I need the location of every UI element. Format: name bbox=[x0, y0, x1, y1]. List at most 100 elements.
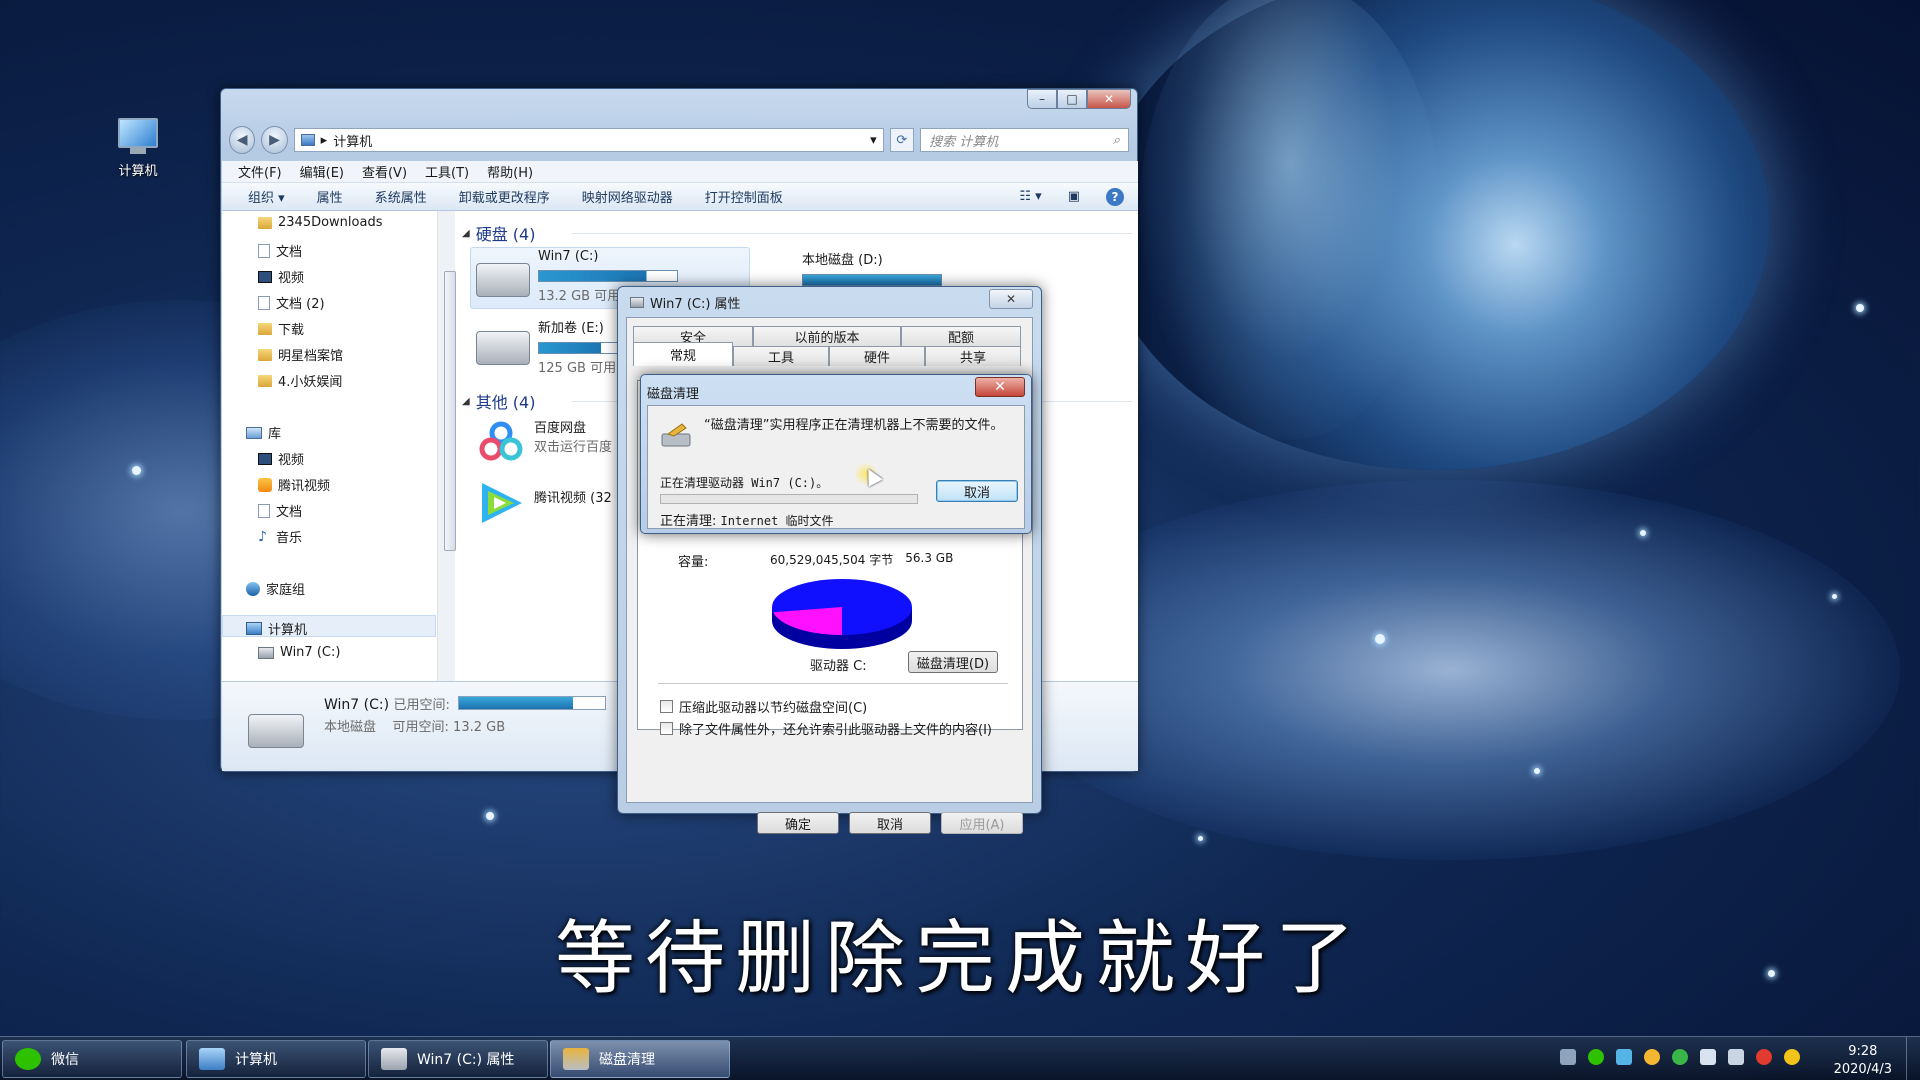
tab-hardware[interactable]: 硬件 bbox=[829, 346, 925, 366]
wechat-tray-icon[interactable] bbox=[1588, 1049, 1604, 1065]
tab-sharing[interactable]: 共享 bbox=[925, 346, 1021, 366]
details-usage-fill bbox=[459, 697, 573, 709]
show-desktop-button[interactable] bbox=[1906, 1037, 1920, 1080]
star bbox=[132, 466, 141, 475]
sidebar-item-videos[interactable]: 视频 bbox=[258, 267, 304, 286]
sidebar-item-2345downloads[interactable]: 2345Downloads bbox=[258, 215, 382, 230]
search-icon[interactable]: ⌕ bbox=[1113, 133, 1120, 148]
cancel-button[interactable]: 取消 bbox=[849, 812, 931, 834]
group-header-hard-disks[interactable]: ◢ 硬盘 (4) bbox=[462, 221, 535, 245]
star bbox=[1198, 836, 1203, 841]
network-icon[interactable] bbox=[1728, 1049, 1744, 1065]
system-properties-button[interactable]: 系统属性 bbox=[375, 187, 427, 206]
sidebar-item-libraries[interactable]: 库 bbox=[246, 423, 281, 442]
taskbar-computer[interactable]: 计算机 bbox=[186, 1040, 366, 1078]
address-bar[interactable]: ▸ 计算机 ▾ bbox=[293, 128, 884, 152]
maximize-button[interactable]: □ bbox=[1057, 89, 1087, 109]
drive-icon bbox=[248, 714, 304, 748]
sidebar-item-downloads[interactable]: 下载 bbox=[258, 319, 304, 338]
refresh-button[interactable]: ⟳ bbox=[889, 128, 915, 152]
index-checkbox[interactable] bbox=[660, 722, 673, 735]
sidebar-scroll-thumb[interactable] bbox=[444, 271, 456, 551]
compress-label: 压缩此驱动器以节约磁盘空间(C) bbox=[679, 701, 868, 716]
menu-help[interactable]: 帮助(H) bbox=[487, 162, 533, 181]
app-tile-baidu[interactable]: 百度网盘 双击运行百度 bbox=[476, 417, 612, 465]
security-tray-icon[interactable] bbox=[1672, 1049, 1688, 1065]
disk-cleanup-button[interactable]: 磁盘清理(D) bbox=[908, 651, 998, 673]
sidebar-item-lib-documents[interactable]: 文档 bbox=[258, 501, 302, 520]
drive-tile-d[interactable]: 本地磁盘 (D:) bbox=[802, 249, 942, 289]
drive-name: Win7 (C:) bbox=[538, 249, 599, 264]
help-icon[interactable]: ? bbox=[1106, 187, 1124, 206]
sidebar-item-documents-2[interactable]: 文档 (2) bbox=[258, 293, 325, 312]
menu-edit[interactable]: 编辑(E) bbox=[300, 162, 344, 181]
keyboard-icon[interactable] bbox=[1560, 1049, 1576, 1065]
video-subtitle: 等待删除完成就好了 bbox=[555, 912, 1365, 1005]
tab-quota[interactable]: 配额 bbox=[901, 326, 1021, 346]
desktop-computer-icon[interactable]: 计算机 bbox=[108, 118, 168, 179]
organize-button[interactable]: 组织 ▾ bbox=[248, 187, 285, 206]
star bbox=[1856, 304, 1864, 312]
menu-file[interactable]: 文件(F) bbox=[238, 162, 282, 181]
app-tray-icon[interactable] bbox=[1644, 1049, 1660, 1065]
taskbar-disk-cleanup[interactable]: 磁盘清理 bbox=[550, 1040, 730, 1078]
compress-option[interactable]: 压缩此驱动器以节约磁盘空间(C) bbox=[660, 697, 867, 716]
menu-view[interactable]: 查看(V) bbox=[362, 162, 407, 181]
sidebar-item-music[interactable]: ♪ 音乐 bbox=[258, 527, 302, 547]
sidebar-item-tencent-video[interactable]: 腾讯视频 bbox=[258, 475, 330, 494]
forward-button[interactable]: ▶ bbox=[261, 126, 288, 154]
sidebar-item-label: 文档 bbox=[276, 245, 303, 260]
close-button[interactable]: ✕ bbox=[975, 377, 1025, 397]
sidebar-item-documents[interactable]: 文档 bbox=[258, 241, 302, 260]
tab-general[interactable]: 常规 bbox=[633, 342, 733, 366]
sidebar-item-label: 家庭组 bbox=[266, 583, 306, 598]
sidebar-item-star-archive[interactable]: 明星档案馆 bbox=[258, 345, 343, 364]
taskbar-properties[interactable]: Win7 (C:) 属性 bbox=[368, 1040, 548, 1078]
tab-tools[interactable]: 工具 bbox=[733, 346, 829, 366]
volume-icon[interactable] bbox=[1700, 1049, 1716, 1065]
minimize-button[interactable]: – bbox=[1027, 89, 1057, 109]
update-tray-icon[interactable] bbox=[1784, 1049, 1800, 1065]
properties-button[interactable]: 属性 bbox=[317, 187, 343, 206]
breadcrumb-location[interactable]: 计算机 bbox=[333, 131, 864, 150]
app-tile-tencent-video[interactable]: 腾讯视频 (32 bbox=[476, 479, 612, 527]
monitor-tray-icon[interactable] bbox=[1616, 1049, 1632, 1065]
address-dropdown-icon[interactable]: ▾ bbox=[870, 133, 877, 148]
taskbar-wechat[interactable]: 微信 bbox=[2, 1040, 182, 1078]
uninstall-button[interactable]: 卸载或更改程序 bbox=[459, 187, 550, 206]
compress-checkbox[interactable] bbox=[660, 700, 673, 713]
map-drive-button[interactable]: 映射网络驱动器 bbox=[582, 187, 673, 206]
menu-tools[interactable]: 工具(T) bbox=[425, 162, 469, 181]
sidebar-item-computer[interactable]: 计算机 bbox=[246, 619, 307, 638]
sidebar-item-label: 文档 bbox=[276, 505, 303, 520]
clock[interactable]: 9:28 2020/4/3 bbox=[1834, 1043, 1892, 1079]
window-controls: – □ ✕ bbox=[1027, 89, 1131, 109]
back-button[interactable]: ◀ bbox=[229, 126, 256, 154]
cleanup-cancel-button[interactable]: 取消 bbox=[936, 480, 1018, 502]
tab-previous-versions[interactable]: 以前的版本 bbox=[753, 326, 901, 346]
index-label: 除了文件属性外，还允许索引此驱动器上文件的内容(I) bbox=[679, 723, 992, 738]
sidebar-item-entertainment[interactable]: 4.小妖娱闻 bbox=[258, 371, 342, 390]
apply-button[interactable]: 应用(A) bbox=[941, 812, 1023, 834]
taskbar-label: Win7 (C:) 属性 bbox=[417, 1052, 515, 1068]
group-title: 硬盘 (4) bbox=[475, 225, 536, 244]
preview-pane-icon[interactable]: ▣ bbox=[1068, 189, 1080, 204]
ok-button[interactable]: 确定 bbox=[757, 812, 839, 834]
view-options-icon[interactable]: ☷ ▾ bbox=[1019, 189, 1041, 204]
control-panel-button[interactable]: 打开控制面板 bbox=[705, 187, 783, 206]
collapse-icon: ◢ bbox=[462, 395, 470, 407]
sidebar-item-homegroup[interactable]: 家庭组 bbox=[246, 579, 305, 598]
sidebar-item-label: 明星档案馆 bbox=[278, 349, 344, 364]
sidebar-item-lib-videos[interactable]: 视频 bbox=[258, 449, 304, 468]
details-free-space: 可用空间: 13.2 GB bbox=[392, 720, 506, 735]
sidebar-item-drive-c[interactable]: Win7 (C:) bbox=[258, 645, 340, 660]
group-header-other[interactable]: ◢ 其他 (4) bbox=[462, 389, 535, 413]
computer-icon bbox=[199, 1048, 225, 1070]
close-button[interactable]: ✕ bbox=[989, 289, 1033, 309]
search-input[interactable]: 搜索 计算机 ⌕ bbox=[920, 128, 1129, 152]
star bbox=[486, 812, 494, 820]
qq-tray-icon[interactable] bbox=[1756, 1049, 1772, 1065]
folder-icon bbox=[258, 216, 272, 229]
close-button[interactable]: ✕ bbox=[1087, 89, 1131, 109]
index-option[interactable]: 除了文件属性外，还允许索引此驱动器上文件的内容(I) bbox=[660, 719, 992, 738]
